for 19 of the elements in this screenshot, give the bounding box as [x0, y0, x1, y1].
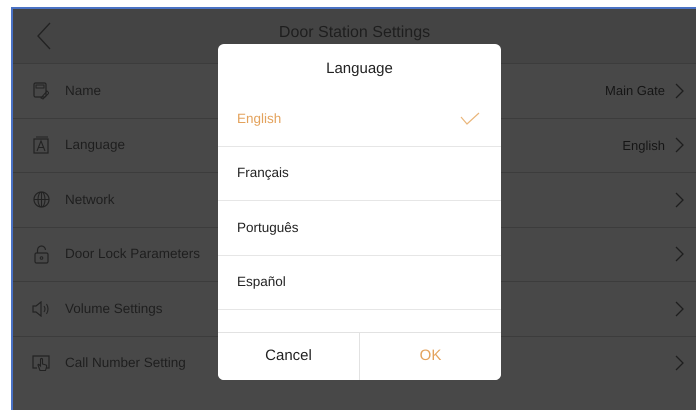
language-option[interactable]: Português [218, 201, 501, 256]
language-option[interactable]: Français [218, 146, 501, 201]
keypad-pen-icon [33, 82, 49, 100]
dialog-title: Language [326, 59, 393, 79]
back-icon [37, 22, 51, 50]
chevron-right-icon [675, 192, 684, 208]
globe-icon [32, 191, 50, 208]
chevron-right-icon [675, 82, 684, 99]
touch-hand-icon [32, 354, 50, 372]
language-option[interactable]: Español [218, 256, 501, 310]
chevron-right-icon [675, 355, 684, 372]
checkmark-icon [460, 112, 480, 126]
chevron-right-icon [675, 300, 684, 317]
back-button[interactable] [35, 21, 53, 51]
speaker-icon [32, 300, 50, 317]
chevron-right-icon [675, 137, 684, 154]
letter-a-icon [33, 136, 49, 154]
chevron-right-icon [675, 246, 684, 262]
padlock-icon [34, 244, 48, 264]
